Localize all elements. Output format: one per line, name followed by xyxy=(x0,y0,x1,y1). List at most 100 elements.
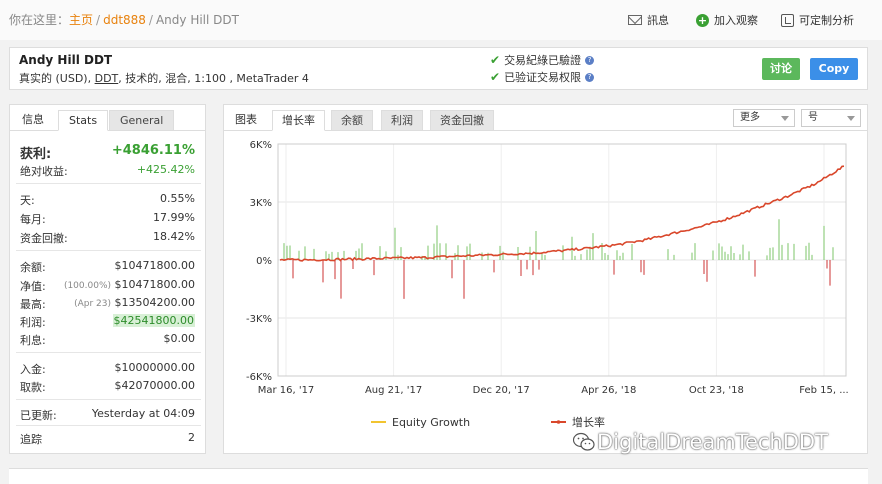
custom-analysis-label: 可定制分析 xyxy=(799,14,854,27)
x-tick-label: Feb 15, ... xyxy=(799,385,849,396)
y-tick-label: 6K% xyxy=(250,140,272,151)
drawdown-label: 资金回撤: xyxy=(20,232,68,245)
updated-label: 已更新: xyxy=(20,409,57,422)
question-icon[interactable]: ? xyxy=(585,72,595,82)
gain-row: 获利: +4846.11% xyxy=(20,143,195,162)
legend-equity-label[interactable]: Equity Growth xyxy=(392,416,470,429)
top-bar: 你在这里：主页 / ddt888/Andy Hill DDT 訊息 + 加入观察 可… xyxy=(0,0,882,40)
breadcrumb: 你在这里：主页 / ddt888/Andy Hill DDT xyxy=(9,11,239,28)
highest-value: $13504200.00 xyxy=(114,296,195,309)
stats-tabs: 信息 Stats General xyxy=(10,105,205,131)
account-description: 真实的 (USD), DDT, 技术的, 混合, 1:100 , MetaTra… xyxy=(19,70,309,86)
account-details: , 技术的, 混合, 1:100 , MetaTrader 4 xyxy=(118,72,309,85)
breadcrumb-current: Andy Hill DDT xyxy=(155,13,239,27)
question-icon[interactable]: ? xyxy=(585,55,595,65)
legend-growth-marker xyxy=(556,420,561,424)
verify-trading-privileges: ✔ 已验证交易权限 ? xyxy=(490,69,595,85)
profit-label: 利润: xyxy=(20,316,46,329)
profit-row: 利润: $42541800.00 xyxy=(20,314,195,330)
tab-general[interactable]: General xyxy=(109,110,175,131)
daily-row: 天: 0.55% xyxy=(20,192,195,208)
mail-icon xyxy=(628,15,642,25)
divider xyxy=(16,183,201,184)
equity-label: 净值: xyxy=(20,280,46,293)
custom-analysis-icon xyxy=(781,13,794,27)
abs-gain-row: 绝对收益: +425.42% xyxy=(20,163,195,179)
withdrawals-value: $42070000.00 xyxy=(114,379,195,392)
highest-row: 最高: (Apr 23) $13504200.00 xyxy=(20,296,195,312)
account-type: 真实的 (USD), xyxy=(19,72,92,85)
updated-row: 已更新: Yesterday at 04:09 xyxy=(20,407,195,423)
custom-analysis-link[interactable]: 可定制分析 xyxy=(781,12,854,28)
interest-row: 利息: $0.00 xyxy=(20,332,195,348)
tab-stats[interactable]: Stats xyxy=(58,110,109,131)
daily-value: 0.55% xyxy=(160,192,195,205)
wechat-icon xyxy=(573,432,595,451)
tracking-value: 2 xyxy=(188,431,195,444)
x-tick-label: Apr 26, '18 xyxy=(581,385,636,396)
period-select-value: 号 xyxy=(808,112,818,123)
tab-info[interactable]: 信息 xyxy=(12,110,54,131)
y-tick-label: -3K% xyxy=(246,314,272,325)
tracking-label[interactable]: 追踪 xyxy=(20,431,42,447)
legend-growth-label[interactable]: 增长率 xyxy=(572,415,605,429)
equity-value: $10471800.00 xyxy=(114,278,195,291)
chevron-down-icon xyxy=(781,116,789,121)
verify-track-label: 交易紀綠已驗證 xyxy=(504,54,582,67)
y-tick-label: 3K% xyxy=(250,198,272,209)
equity-row: 净值: (100.00%) $10471800.00 xyxy=(20,278,195,294)
updated-value: Yesterday at 04:09 xyxy=(91,407,195,420)
deposits-label: 入金: xyxy=(20,363,46,376)
withdrawals-row: 取款: $42070000.00 xyxy=(20,379,195,395)
tab-balance[interactable]: 余额 xyxy=(331,110,373,131)
breadcrumb-prefix: 你在这里： xyxy=(9,13,70,27)
breadcrumb-separator: / xyxy=(96,13,101,27)
chart-label: 图表 xyxy=(235,113,257,126)
discuss-button[interactable]: 讨论 xyxy=(762,58,800,80)
check-icon: ✔ xyxy=(490,53,501,67)
x-tick-label: Oct 23, '18 xyxy=(689,385,744,396)
monthly-row: 每月: 17.99% xyxy=(20,211,195,227)
period-select[interactable]: 号 xyxy=(801,109,861,127)
check-icon: ✔ xyxy=(490,70,501,84)
monthly-label: 每月: xyxy=(20,213,46,226)
profit-value: $42541800.00 xyxy=(112,314,195,327)
divider xyxy=(16,399,201,400)
interest-value: $0.00 xyxy=(163,332,196,345)
y-tick-label: 0% xyxy=(256,256,272,267)
monthly-value: 17.99% xyxy=(153,211,195,224)
interest-label: 利息: xyxy=(20,334,46,347)
breadcrumb-home-link[interactable]: 主页 xyxy=(69,13,93,27)
x-tick-label: Mar 16, '17 xyxy=(258,385,315,396)
breadcrumb-user-link[interactable]: ddt888 xyxy=(103,13,146,27)
abs-gain-value: +425.42% xyxy=(136,163,195,176)
message-link[interactable]: 訊息 xyxy=(628,12,669,28)
daily-label: 天: xyxy=(20,194,35,207)
highest-date: (Apr 23) xyxy=(74,299,112,309)
drawdown-row: 资金回撤: 18.42% xyxy=(20,230,195,246)
divider xyxy=(16,425,201,426)
copy-button[interactable]: Copy xyxy=(810,58,858,80)
tab-profit[interactable]: 利润 xyxy=(381,110,423,131)
withdrawals-label: 取款: xyxy=(20,381,46,394)
stats-panel: 信息 Stats General 获利: +4846.11% 绝对收益: +42… xyxy=(9,104,206,454)
growth-chart: 6K% 3K% 0% -3K% -6K% Mar 16, '17 Aug 21, '17 De… xyxy=(246,140,849,429)
drawdown-value: 18.42% xyxy=(153,230,195,243)
tracking-row: 追踪 2 xyxy=(20,431,195,447)
verify-access-label: 已验证交易权限 xyxy=(504,71,582,84)
more-select-value: 更多 xyxy=(740,112,760,123)
watermark-text: DigitalDreamTechDDT xyxy=(597,430,828,454)
tab-growth[interactable]: 增长率 xyxy=(272,110,325,131)
balance-label: 余额: xyxy=(20,261,46,274)
chart-tabs: 图表 增长率 余额 利润 资金回撤 更多 号 xyxy=(224,105,867,131)
gain-value: +4846.11% xyxy=(111,143,195,158)
more-select[interactable]: 更多 xyxy=(733,109,795,127)
account-name: Andy Hill DDT xyxy=(19,53,113,67)
chevron-down-icon xyxy=(847,116,855,121)
tab-drawdown[interactable]: 资金回撤 xyxy=(430,110,494,131)
account-ddt-link[interactable]: DDT xyxy=(95,72,119,85)
y-tick-label: -6K% xyxy=(246,372,272,383)
divider xyxy=(16,250,201,251)
watch-link[interactable]: + 加入观察 xyxy=(696,12,758,28)
breadcrumb-separator: / xyxy=(148,13,153,27)
